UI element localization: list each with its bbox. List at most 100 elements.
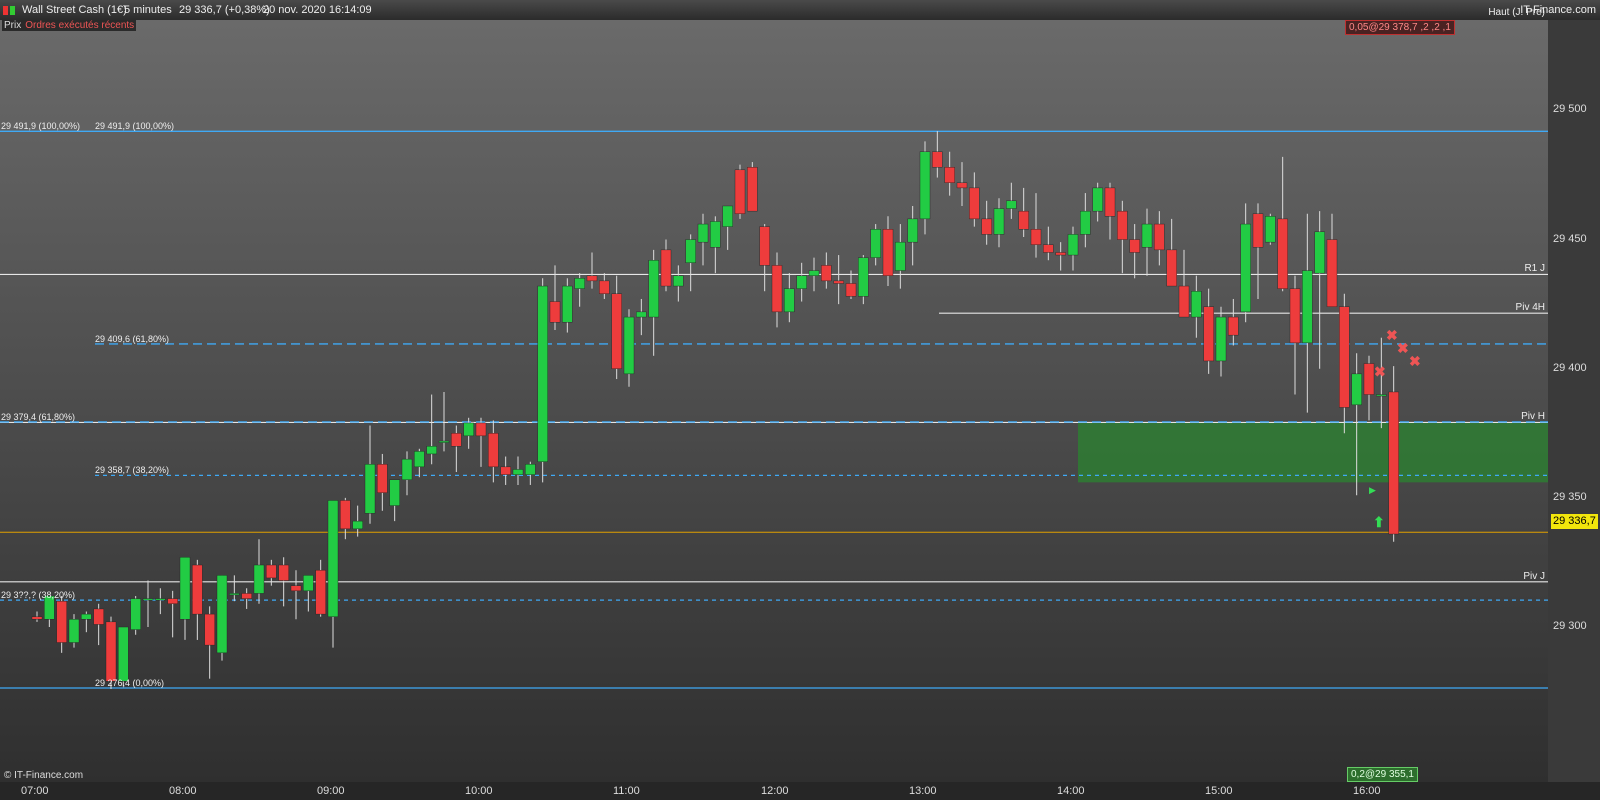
candle-up: [179, 557, 191, 620]
order-top-badge[interactable]: 0,05@29 378,7 ,2 ,2 ,1: [1345, 20, 1455, 35]
candle-up: [1141, 223, 1153, 248]
current-price-label: 29 336,7: [1551, 514, 1598, 529]
candle-down: [266, 564, 277, 579]
candle-up: [426, 446, 437, 455]
quote: 29 336,7 (+0,38%): [179, 4, 270, 16]
candle-up: [389, 479, 400, 506]
candle-down: [1104, 187, 1116, 217]
candle-down: [771, 265, 783, 313]
close-marker-icon: ✖: [1386, 327, 1398, 343]
support-zone: [1078, 422, 1548, 483]
candle-up: [895, 241, 906, 271]
fib-level-label: 29 3??,? (38,20%): [1, 590, 76, 601]
candle-down: [549, 301, 561, 323]
time-tick-label: 08:00: [169, 785, 197, 797]
candle-down: [1030, 229, 1042, 245]
candle-up: [1351, 373, 1362, 406]
candle-down: [1018, 210, 1029, 230]
candle-down: [1339, 306, 1350, 408]
candle-down: [315, 569, 326, 615]
candle-down: [1055, 252, 1066, 256]
candle-down: [1289, 288, 1301, 344]
candle-up: [81, 613, 92, 620]
candle-up: [697, 223, 709, 243]
candle-down: [340, 500, 351, 530]
candle-up: [710, 221, 721, 248]
candle-down: [845, 283, 857, 297]
candle-down: [660, 249, 672, 287]
time-tick-label: 10:00: [465, 785, 493, 797]
candle-up: [1240, 223, 1251, 313]
candle-down: [1117, 210, 1128, 240]
candle-down: [969, 187, 980, 220]
candle-down: [1326, 239, 1338, 307]
time-axis[interactable]: 07:00 08:00 09:00 10:00 11:00 12:00 13:00 14:00…: [0, 782, 1600, 800]
candle-up: [1376, 394, 1387, 397]
candle-down: [1203, 306, 1214, 362]
pivot-tag: Haut (J. Pre): [1488, 7, 1545, 19]
candle-up: [1067, 234, 1079, 256]
time-tick-label: 14:00: [1057, 785, 1085, 797]
tab-orders[interactable]: Ordres exécutés récents: [23, 20, 137, 31]
chart-tabs: Prix Ordres exécutés récents: [2, 20, 137, 31]
timeframe[interactable]: 5 minutes: [124, 0, 172, 20]
buy-triangle-icon: ▶: [1369, 485, 1376, 495]
time-tick-label: 12:00: [761, 785, 789, 797]
candle-up: [648, 260, 659, 318]
candle-down: [1043, 244, 1054, 253]
candle-up: [438, 440, 450, 443]
candle-up: [1314, 231, 1325, 274]
candle-down: [599, 280, 610, 295]
candle-up: [118, 626, 129, 682]
datetime: 20 nov. 2020 16:14:09: [263, 4, 372, 16]
candle-down: [500, 466, 511, 475]
candle-up: [463, 422, 474, 437]
candle-up: [216, 575, 228, 654]
candle-down: [451, 433, 462, 447]
candle-up: [1215, 316, 1227, 362]
candle-down: [734, 169, 746, 214]
candle-up: [352, 520, 363, 530]
candle-up: [784, 288, 795, 313]
candle-down: [475, 422, 487, 437]
pivot-tag: R1 J: [1524, 263, 1545, 275]
candle-up: [327, 500, 339, 617]
order-bottom-badge[interactable]: 0,2@29 355,1: [1347, 767, 1418, 782]
chart-background: [0, 20, 1548, 782]
price-axis[interactable]: [1548, 20, 1600, 782]
candle-up: [796, 275, 807, 289]
price-chart[interactable]: ✖✖✖✖⬆▶: [0, 20, 1548, 782]
candle-up: [858, 257, 869, 297]
candle-down: [882, 229, 894, 276]
candle-up: [130, 598, 141, 630]
candle-up: [68, 619, 80, 643]
candle-down: [833, 280, 844, 284]
fib-level-label: 29 409,6 (61,80%): [95, 333, 170, 344]
candle-down: [1129, 239, 1140, 253]
candle-up: [1302, 270, 1313, 344]
candle-down: [290, 585, 302, 592]
candle-down: [1228, 316, 1239, 336]
candle-down: [105, 621, 117, 682]
time-tick-label: 13:00: [909, 785, 937, 797]
tab-price[interactable]: Prix: [2, 20, 24, 31]
candle-down: [821, 265, 832, 282]
time-tick-label: 15:00: [1205, 785, 1233, 797]
candle-up: [1265, 216, 1276, 243]
candle-up: [155, 598, 166, 601]
candle-up: [1006, 200, 1017, 209]
candle-up: [525, 464, 536, 475]
candle-up: [562, 285, 573, 323]
candle-down: [167, 598, 178, 604]
candle-up: [1191, 291, 1202, 318]
candle-down: [944, 167, 955, 183]
window-green-icon: [10, 6, 15, 15]
candle-down: [1166, 249, 1177, 287]
candle-up: [414, 451, 425, 468]
candle-up: [808, 270, 820, 276]
candle-down: [1388, 391, 1399, 535]
candle-down: [31, 616, 43, 620]
candle-up: [303, 575, 314, 592]
price-tick-label: 29 450: [1553, 232, 1587, 245]
title-bar: Wall Street Cash (1€) 5 minutes 29 336,7…: [0, 0, 1600, 21]
